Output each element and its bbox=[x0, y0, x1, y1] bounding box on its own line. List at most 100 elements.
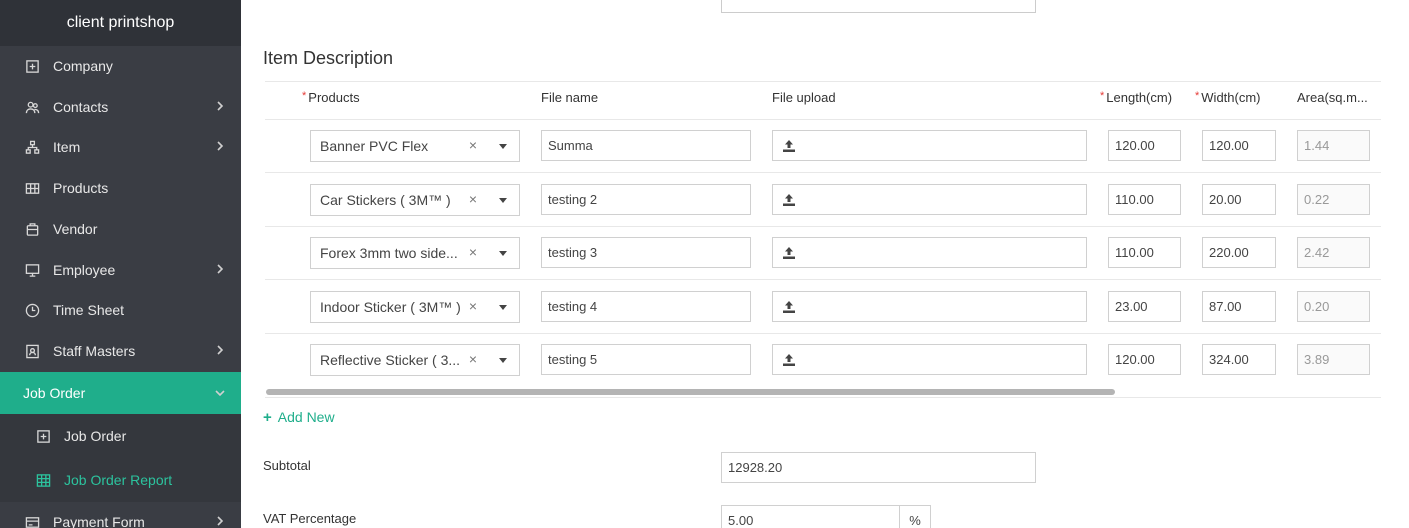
length-input[interactable]: 23.00 bbox=[1108, 291, 1181, 322]
table-icon bbox=[35, 472, 51, 488]
sidebar-subitem-job-order-report[interactable]: Job Order Report bbox=[0, 458, 241, 502]
area-readonly: 0.20 bbox=[1297, 291, 1370, 322]
file-name-input[interactable]: Summa bbox=[541, 130, 751, 161]
file-name-input[interactable]: testing 2 bbox=[541, 184, 751, 215]
width-input[interactable]: 120.00 bbox=[1202, 130, 1276, 161]
col-header-area: Area(sq.m... bbox=[1297, 90, 1368, 105]
vat-percentage-label: VAT Percentage bbox=[263, 511, 357, 526]
upload-icon[interactable] bbox=[781, 192, 797, 208]
briefcase-icon bbox=[24, 221, 40, 237]
sitemap-icon bbox=[24, 139, 40, 155]
sidebar-item-contacts[interactable]: Contacts bbox=[0, 87, 241, 127]
width-input[interactable]: 87.00 bbox=[1202, 291, 1276, 322]
card-icon bbox=[24, 514, 40, 528]
clear-icon[interactable]: × bbox=[469, 244, 477, 260]
length-input[interactable]: 120.00 bbox=[1108, 130, 1181, 161]
percent-addon: % bbox=[899, 505, 931, 528]
clear-icon[interactable]: × bbox=[469, 298, 477, 314]
clear-icon[interactable]: × bbox=[469, 351, 477, 367]
sidebar-item-time-sheet[interactable]: Time Sheet bbox=[0, 290, 241, 330]
main-content: Item Description * Products File name Fil… bbox=[241, 0, 1409, 528]
chevron-right-icon bbox=[213, 139, 227, 153]
area-readonly: 1.44 bbox=[1297, 130, 1370, 161]
grid-box-icon bbox=[24, 180, 40, 196]
col-header-file-upload: File upload bbox=[772, 90, 836, 105]
upload-icon[interactable] bbox=[781, 352, 797, 368]
caret-down-icon[interactable] bbox=[499, 305, 507, 310]
sidebar-item-label: Products bbox=[53, 180, 109, 196]
upload-icon[interactable] bbox=[781, 138, 797, 154]
brand-title: client printshop bbox=[0, 0, 241, 46]
sidebar-subitem-label: Job Order Report bbox=[64, 472, 173, 488]
sidebar-item-label: Payment Form bbox=[53, 514, 145, 528]
sidebar-item-job-order[interactable]: Job Order bbox=[0, 372, 241, 414]
caret-down-icon[interactable] bbox=[499, 358, 507, 363]
add-new-button[interactable]: + Add New bbox=[263, 409, 335, 426]
table-row: Banner PVC Flex × Summa 120.00 120.00 1.… bbox=[241, 120, 1409, 173]
file-name-input[interactable]: testing 4 bbox=[541, 291, 751, 322]
length-input[interactable]: 120.00 bbox=[1108, 344, 1181, 375]
product-select[interactable]: Car Stickers ( 3M™ ) × bbox=[310, 184, 520, 216]
file-upload-field[interactable] bbox=[772, 344, 1087, 375]
length-input[interactable]: 110.00 bbox=[1108, 184, 1181, 215]
sidebar-item-item[interactable]: Item bbox=[0, 127, 241, 167]
caret-down-icon[interactable] bbox=[499, 144, 507, 149]
sidebar-item-label: Time Sheet bbox=[53, 302, 125, 318]
file-upload-field[interactable] bbox=[772, 291, 1087, 322]
width-input[interactable]: 324.00 bbox=[1202, 344, 1276, 375]
file-name-input[interactable]: testing 5 bbox=[541, 344, 751, 375]
area-readonly: 2.42 bbox=[1297, 237, 1370, 268]
horizontal-scrollbar[interactable] bbox=[266, 389, 1115, 395]
sidebar-subitem-label: Job Order bbox=[64, 428, 127, 444]
sidebar-item-staff-masters[interactable]: Staff Masters bbox=[0, 331, 241, 371]
file-upload-field[interactable] bbox=[772, 130, 1087, 161]
table-row: Car Stickers ( 3M™ ) × testing 2 110.00 … bbox=[241, 174, 1409, 227]
plus-square-icon bbox=[35, 428, 51, 444]
sidebar-item-label: Employee bbox=[53, 262, 116, 278]
length-input[interactable]: 110.00 bbox=[1108, 237, 1181, 268]
table-row: Forex 3mm two side... × testing 3 110.00… bbox=[241, 227, 1409, 280]
divider bbox=[265, 397, 1381, 398]
upload-icon[interactable] bbox=[781, 299, 797, 315]
users-icon bbox=[24, 99, 40, 115]
chevron-right-icon bbox=[213, 514, 227, 528]
sidebar-item-payment-form[interactable]: Payment Form bbox=[0, 502, 241, 528]
clear-icon[interactable]: × bbox=[469, 191, 477, 207]
file-upload-field[interactable] bbox=[772, 184, 1087, 215]
plus-icon: + bbox=[263, 409, 272, 426]
upload-icon[interactable] bbox=[781, 245, 797, 261]
product-select[interactable]: Indoor Sticker ( 3M™ ) × bbox=[310, 291, 520, 323]
caret-down-icon[interactable] bbox=[499, 198, 507, 203]
product-select[interactable]: Reflective Sticker ( 3... × bbox=[310, 344, 520, 376]
plus-square-icon bbox=[24, 58, 40, 74]
sidebar-item-employee[interactable]: Employee bbox=[0, 250, 241, 290]
sidebar: client printshop Company Contacts Item P… bbox=[0, 0, 241, 528]
divider bbox=[265, 279, 1381, 280]
clock-icon bbox=[24, 302, 40, 318]
vat-percentage-input[interactable]: 5.00 bbox=[721, 505, 900, 528]
file-upload-field[interactable] bbox=[772, 237, 1087, 268]
sidebar-subitem-job-order[interactable]: Job Order bbox=[0, 414, 241, 458]
subtotal-input[interactable]: 12928.20 bbox=[721, 452, 1036, 483]
subtotal-label: Subtotal bbox=[263, 458, 311, 473]
table-row: Reflective Sticker ( 3... × testing 5 12… bbox=[241, 334, 1409, 387]
divider bbox=[265, 81, 1381, 82]
chevron-right-icon bbox=[213, 343, 227, 357]
width-input[interactable]: 20.00 bbox=[1202, 184, 1276, 215]
sidebar-item-company[interactable]: Company bbox=[0, 46, 241, 86]
width-input[interactable]: 220.00 bbox=[1202, 237, 1276, 268]
product-select[interactable]: Banner PVC Flex × bbox=[310, 130, 520, 162]
sidebar-item-products[interactable]: Products bbox=[0, 168, 241, 208]
clear-icon[interactable]: × bbox=[469, 137, 477, 153]
table-row: Indoor Sticker ( 3M™ ) × testing 4 23.00… bbox=[241, 281, 1409, 334]
col-header-file-name: File name bbox=[541, 90, 599, 105]
section-title: Item Description bbox=[263, 48, 394, 68]
file-name-input[interactable]: testing 3 bbox=[541, 237, 751, 268]
top-select-partial[interactable] bbox=[721, 0, 1036, 13]
sidebar-item-vendor[interactable]: Vendor bbox=[0, 209, 241, 249]
product-select[interactable]: Forex 3mm two side... × bbox=[310, 237, 520, 269]
divider bbox=[265, 172, 1381, 173]
area-readonly: 0.22 bbox=[1297, 184, 1370, 215]
caret-down-icon[interactable] bbox=[499, 251, 507, 256]
sidebar-item-label: Item bbox=[53, 139, 81, 155]
